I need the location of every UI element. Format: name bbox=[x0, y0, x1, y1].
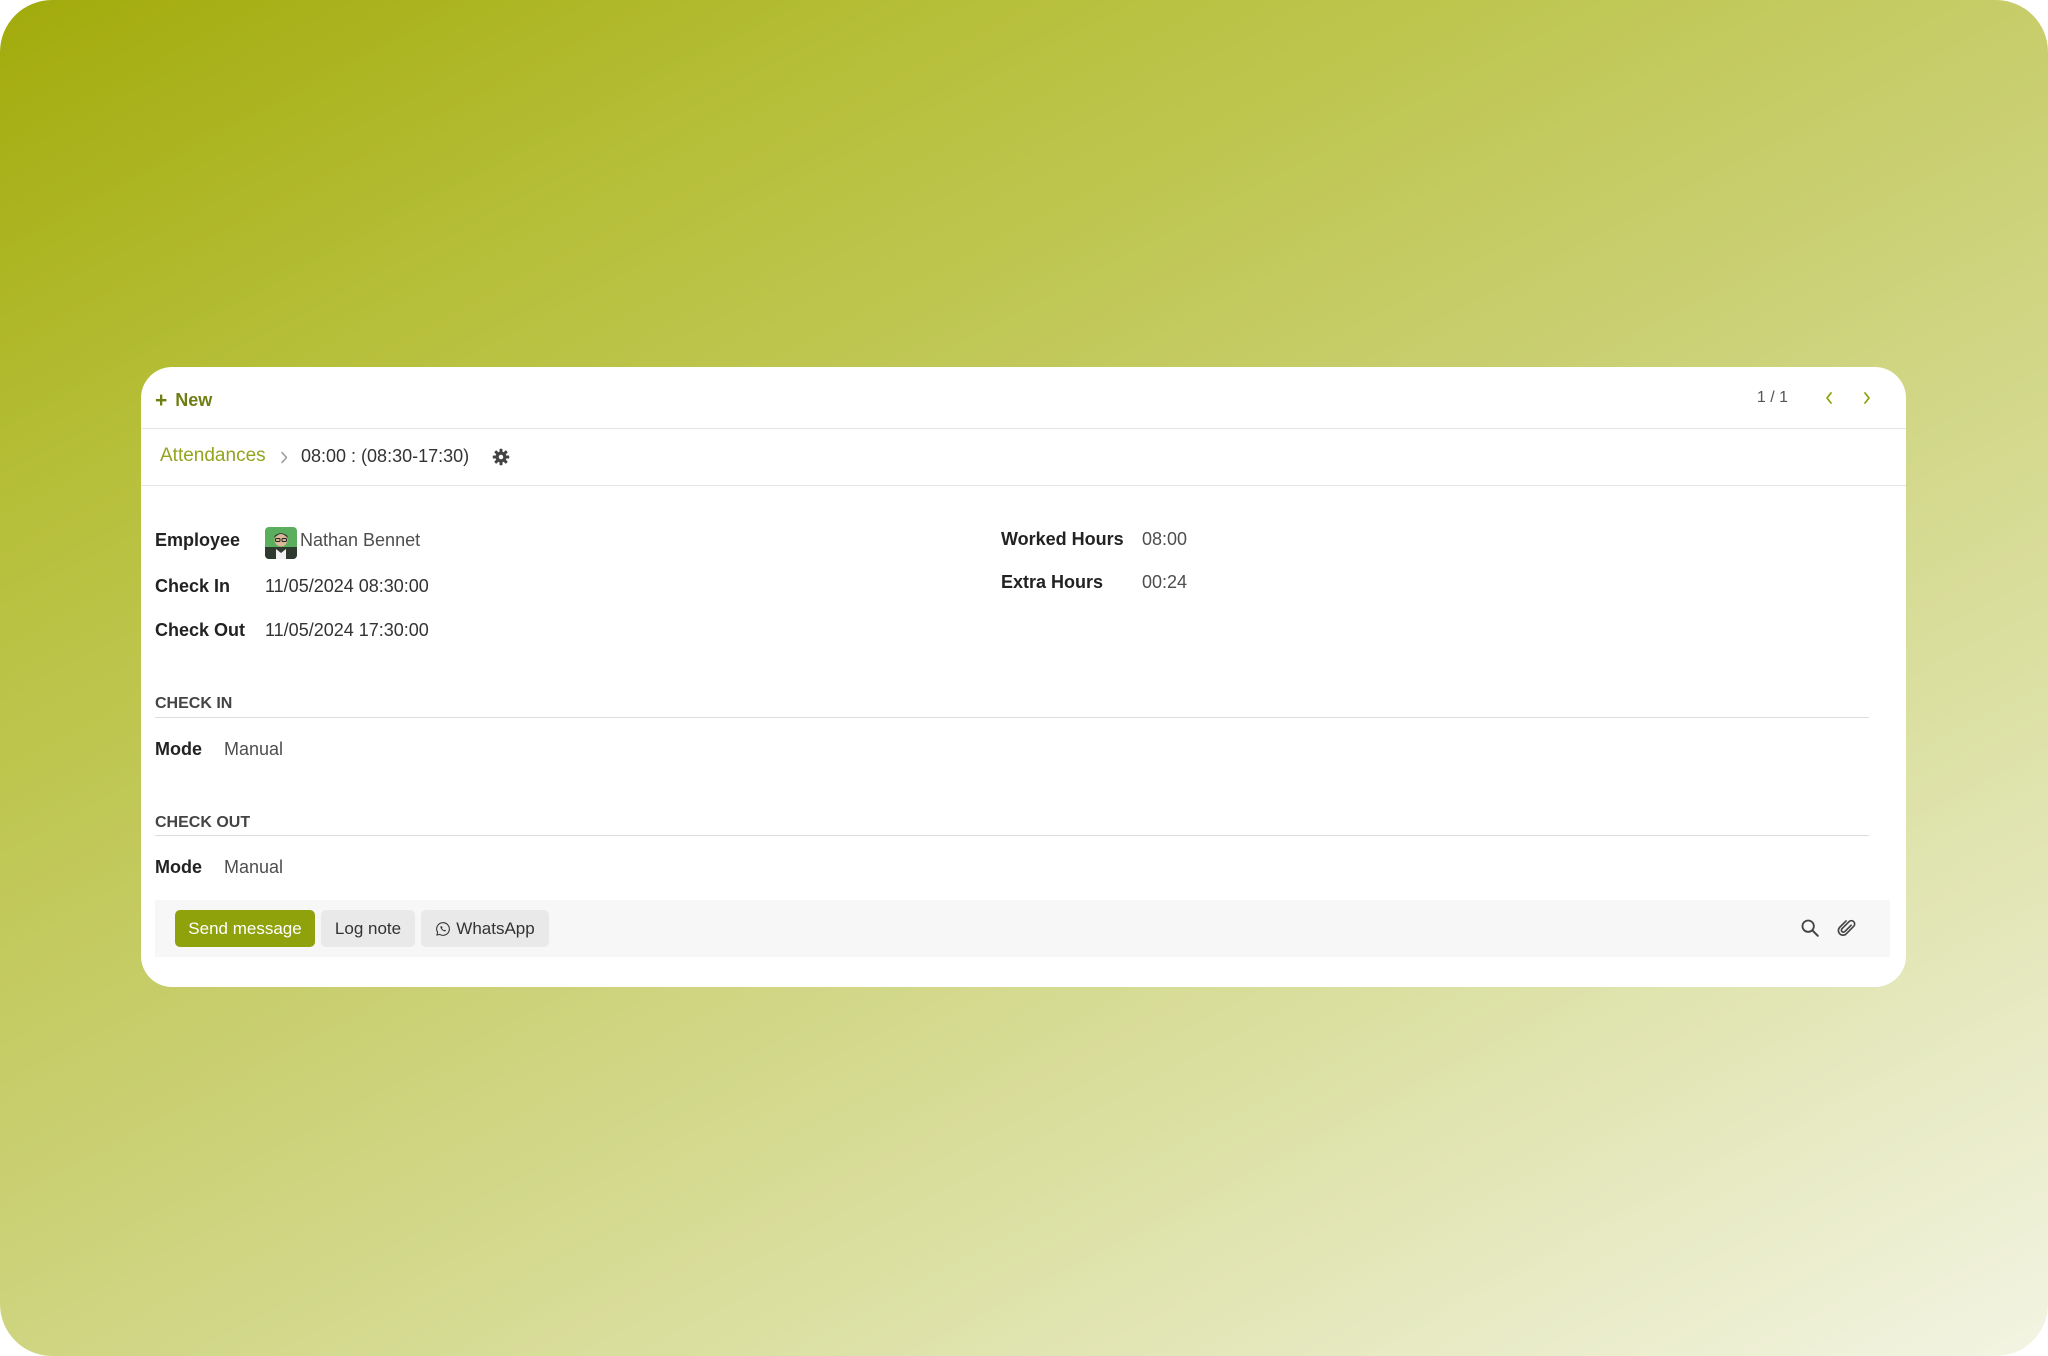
gear-icon[interactable] bbox=[492, 448, 510, 466]
check-in-field[interactable]: 11/05/2024 08:30:00 bbox=[265, 576, 429, 597]
chevron-right-icon bbox=[1864, 392, 1870, 404]
extra-hours-value: 00:24 bbox=[1142, 572, 1188, 592]
whatsapp-button[interactable]: WhatsApp bbox=[421, 910, 549, 947]
control-panel: + New 1 / 1 bbox=[141, 367, 1906, 429]
breadcrumb: Attendances 08:00 : (08:30-17:30) bbox=[141, 428, 1906, 486]
worked-hours-value: 08:00 bbox=[1142, 529, 1188, 549]
new-button[interactable]: + New bbox=[155, 387, 212, 413]
attendance-form-window: + New 1 / 1 Attendances 08:00 : (08:30-1… bbox=[141, 367, 1906, 987]
breadcrumb-current-record: 08:00 : (08:30-17:30) bbox=[301, 446, 470, 466]
send-message-button[interactable]: Send message bbox=[175, 910, 315, 947]
section-divider bbox=[155, 835, 1869, 836]
pager-value[interactable]: 1 / 1 bbox=[1757, 389, 1788, 407]
paperclip-icon[interactable] bbox=[1836, 917, 1858, 939]
check-in-mode-value: Manual bbox=[224, 739, 284, 759]
plus-icon: + bbox=[155, 388, 168, 412]
new-button-label: New bbox=[175, 389, 213, 410]
employee-avatar bbox=[265, 527, 297, 559]
chatter-toolbar: Send message Log note WhatsApp bbox=[155, 900, 1890, 957]
check-in-mode-label: Mode bbox=[155, 739, 202, 759]
pager: 1 / 1 bbox=[1757, 385, 1906, 411]
pager-previous-button[interactable] bbox=[1810, 385, 1848, 411]
check-in-label: Check In bbox=[155, 576, 231, 596]
section-divider bbox=[155, 717, 1869, 718]
check-out-mode-value: Manual bbox=[224, 857, 284, 877]
log-note-button[interactable]: Log note bbox=[321, 910, 415, 947]
check-in-section-title: CHECK IN bbox=[155, 695, 233, 712]
extra-hours-label: Extra Hours bbox=[1001, 572, 1104, 592]
chevron-left-icon bbox=[1826, 392, 1832, 404]
breadcrumb-separator-icon bbox=[281, 451, 288, 464]
whatsapp-icon bbox=[436, 921, 451, 936]
whatsapp-button-label: WhatsApp bbox=[456, 918, 535, 938]
check-out-field[interactable]: 11/05/2024 17:30:00 bbox=[265, 620, 429, 641]
employee-label: Employee bbox=[155, 530, 241, 550]
pager-next-button[interactable] bbox=[1848, 385, 1886, 411]
search-icon[interactable] bbox=[1799, 917, 1821, 939]
check-out-section-title: CHECK OUT bbox=[155, 814, 251, 831]
check-out-mode-label: Mode bbox=[155, 857, 202, 877]
breadcrumb-attendances-link[interactable]: Attendances bbox=[160, 445, 266, 467]
worked-hours-label: Worked Hours bbox=[1001, 529, 1124, 549]
check-out-label: Check Out bbox=[155, 620, 246, 640]
employee-field[interactable]: Nathan Bennet bbox=[300, 530, 420, 551]
